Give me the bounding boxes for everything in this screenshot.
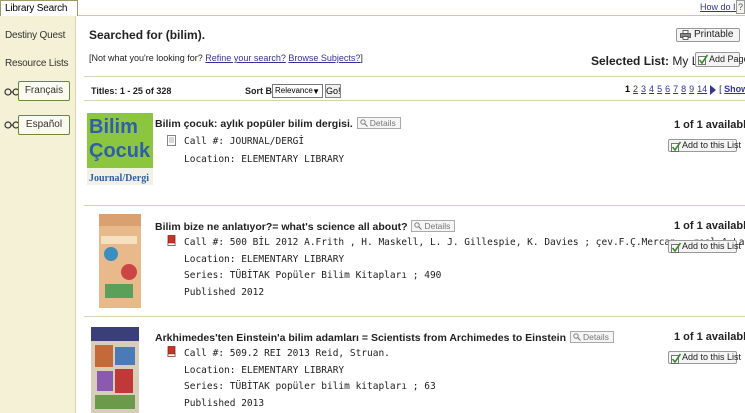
help-icon[interactable]: ? bbox=[736, 0, 745, 14]
add-to-list-button[interactable]: Add to this List bbox=[668, 139, 741, 152]
sidebar-item-resource-lists[interactable]: Resource Lists bbox=[5, 58, 69, 69]
result-title[interactable]: Bilim bize ne anlatıyor?= what's science… bbox=[155, 220, 456, 233]
tab-library-search[interactable]: Library Search bbox=[0, 0, 78, 16]
not-looking-text: [Not what you're looking for? bbox=[89, 53, 203, 63]
page-link[interactable]: 9 bbox=[689, 84, 694, 94]
details-button[interactable]: Details bbox=[569, 331, 614, 343]
location: Location: ELEMENTARY LIBRARY bbox=[184, 365, 345, 376]
call-number: Call #: 509.2 REI 2013 Reid, Struan. bbox=[184, 348, 390, 359]
magnifier-icon bbox=[573, 333, 581, 341]
result-title-text[interactable]: Bilim bize ne anlatıyor?= what's science… bbox=[155, 221, 408, 233]
book-cover[interactable]: Bilim Çocuk Journal/Dergi bbox=[87, 113, 153, 185]
result-title-text[interactable]: Arkhimedes'ten Einstein'a bilim adamları… bbox=[155, 332, 566, 344]
page-link[interactable]: 8 bbox=[681, 84, 686, 94]
main-content: Searched for (bilim). [Not what you're l… bbox=[84, 16, 745, 413]
call-number: Call #: 500 BİL 2012 A.Frith , H. Maskel… bbox=[184, 237, 745, 248]
add-to-list-button[interactable]: Add to this List bbox=[668, 240, 741, 253]
magnifier-icon bbox=[414, 222, 423, 230]
dropdown-arrow-icon: ▼ bbox=[312, 87, 320, 96]
book-cover[interactable] bbox=[87, 214, 153, 308]
go-button[interactable]: Go! bbox=[325, 84, 341, 98]
next-page-arrow-icon[interactable] bbox=[710, 84, 717, 95]
add-to-list-label: Add to this List bbox=[682, 352, 742, 362]
cover-title-line2: Çocuk bbox=[89, 140, 151, 162]
call-number: Call #: JOURNAL/DERGİ bbox=[184, 136, 305, 147]
book-icon bbox=[167, 235, 176, 246]
details-label: Details bbox=[369, 118, 396, 128]
series: Series: TÜBİTAK popüler bilim kitapları … bbox=[184, 381, 436, 392]
sort-by-value: Relevance bbox=[275, 86, 313, 95]
result-item: Bilim Çocuk Journal/Dergi Bilim çocuk: a… bbox=[84, 102, 745, 196]
checkmark-icon bbox=[671, 242, 681, 253]
availability: 1 of 1 available bbox=[674, 119, 745, 131]
page-link[interactable]: 5 bbox=[657, 84, 662, 94]
published: Published 2012 bbox=[184, 287, 265, 298]
periodical-icon bbox=[167, 135, 176, 146]
page-link[interactable]: 7 bbox=[673, 84, 678, 94]
results-bar-divider bbox=[84, 100, 745, 101]
sort-by-select[interactable]: Relevance ▼ bbox=[272, 84, 323, 98]
details-button[interactable]: Details bbox=[356, 117, 401, 129]
language-francais-button[interactable]: Français bbox=[18, 81, 70, 101]
show-all-link[interactable]: Show All bbox=[724, 84, 745, 94]
searched-prefix: Searched for bbox=[89, 28, 163, 42]
refine-search-link[interactable]: Refine your search? bbox=[205, 53, 286, 63]
page-link[interactable]: 14 bbox=[697, 84, 707, 94]
titles-count: Titles: 1 - 25 of 328 bbox=[91, 86, 172, 96]
searched-for-heading: Searched for (bilim). bbox=[89, 28, 205, 42]
language-espanol-button[interactable]: Español bbox=[18, 115, 70, 135]
location: Location: ELEMENTARY LIBRARY bbox=[184, 254, 345, 265]
checkmark-icon bbox=[671, 353, 681, 364]
page-link[interactable]: 2 bbox=[633, 84, 638, 94]
cover-title-line1: Bilim bbox=[89, 116, 138, 138]
add-to-list-label: Add to this List bbox=[682, 140, 742, 150]
details-label: Details bbox=[582, 332, 609, 342]
header-divider bbox=[84, 76, 745, 77]
checkmark-icon bbox=[671, 141, 681, 152]
page-current: 1 bbox=[625, 84, 631, 94]
not-looking-close: ] bbox=[360, 53, 363, 63]
series: Series: TÜBİTAK Popüler Bilim Kitapları … bbox=[184, 270, 442, 281]
checkmark-icon bbox=[698, 54, 708, 65]
result-title-text[interactable]: Bilim çocuk: aylık popüler bilim dergisi… bbox=[155, 118, 353, 130]
not-looking-prompt: [Not what you're looking for? Refine you… bbox=[89, 53, 363, 63]
add-to-list-label: Add to this List bbox=[682, 241, 742, 251]
location: Location: ELEMENTARY LIBRARY bbox=[184, 154, 345, 165]
search-term: (bilim). bbox=[165, 28, 206, 42]
result-title[interactable]: Arkhimedes'ten Einstein'a bilim adamları… bbox=[155, 331, 614, 344]
add-to-list-button[interactable]: Add to this List bbox=[668, 351, 741, 364]
result-item: Arkhimedes'ten Einstein'a bilim adamları… bbox=[84, 317, 745, 413]
top-bar: Library Search How do I... ? bbox=[0, 0, 745, 16]
cover-subtitle: Journal/Dergi bbox=[89, 173, 149, 184]
page-link[interactable]: 4 bbox=[649, 84, 654, 94]
printable-label: Printable bbox=[694, 29, 734, 40]
published: Published 2013 bbox=[184, 398, 265, 409]
availability: 1 of 1 available bbox=[674, 220, 745, 232]
printer-icon bbox=[680, 30, 691, 40]
availability: 1 of 1 available bbox=[674, 331, 745, 343]
page-link[interactable]: 3 bbox=[641, 84, 646, 94]
pagination: 12345678914[ Show All ] bbox=[625, 84, 745, 95]
details-label: Details bbox=[424, 221, 451, 231]
browse-subjects-link[interactable]: Browse Subjects? bbox=[288, 53, 360, 63]
book-cover[interactable] bbox=[87, 327, 153, 413]
page-link[interactable]: 6 bbox=[665, 84, 670, 94]
printable-button[interactable]: Printable bbox=[676, 28, 740, 42]
selected-list-label: Selected List: bbox=[591, 54, 670, 68]
sidebar: Destiny Quest Resource Lists Français Es… bbox=[0, 16, 76, 413]
sidebar-item-destiny-quest[interactable]: Destiny Quest bbox=[5, 30, 65, 41]
book-icon bbox=[167, 346, 176, 357]
add-page-button[interactable]: Add Page bbox=[695, 52, 745, 67]
add-page-label: Add Page bbox=[709, 54, 745, 64]
result-title[interactable]: Bilim çocuk: aylık popüler bilim dergisi… bbox=[155, 117, 401, 130]
magnifier-icon bbox=[360, 119, 368, 127]
selected-list: Selected List: My List bbox=[591, 54, 710, 68]
details-button[interactable]: Details bbox=[411, 220, 456, 232]
result-item: Bilim bize ne anlatıyor?= what's science… bbox=[84, 206, 745, 314]
